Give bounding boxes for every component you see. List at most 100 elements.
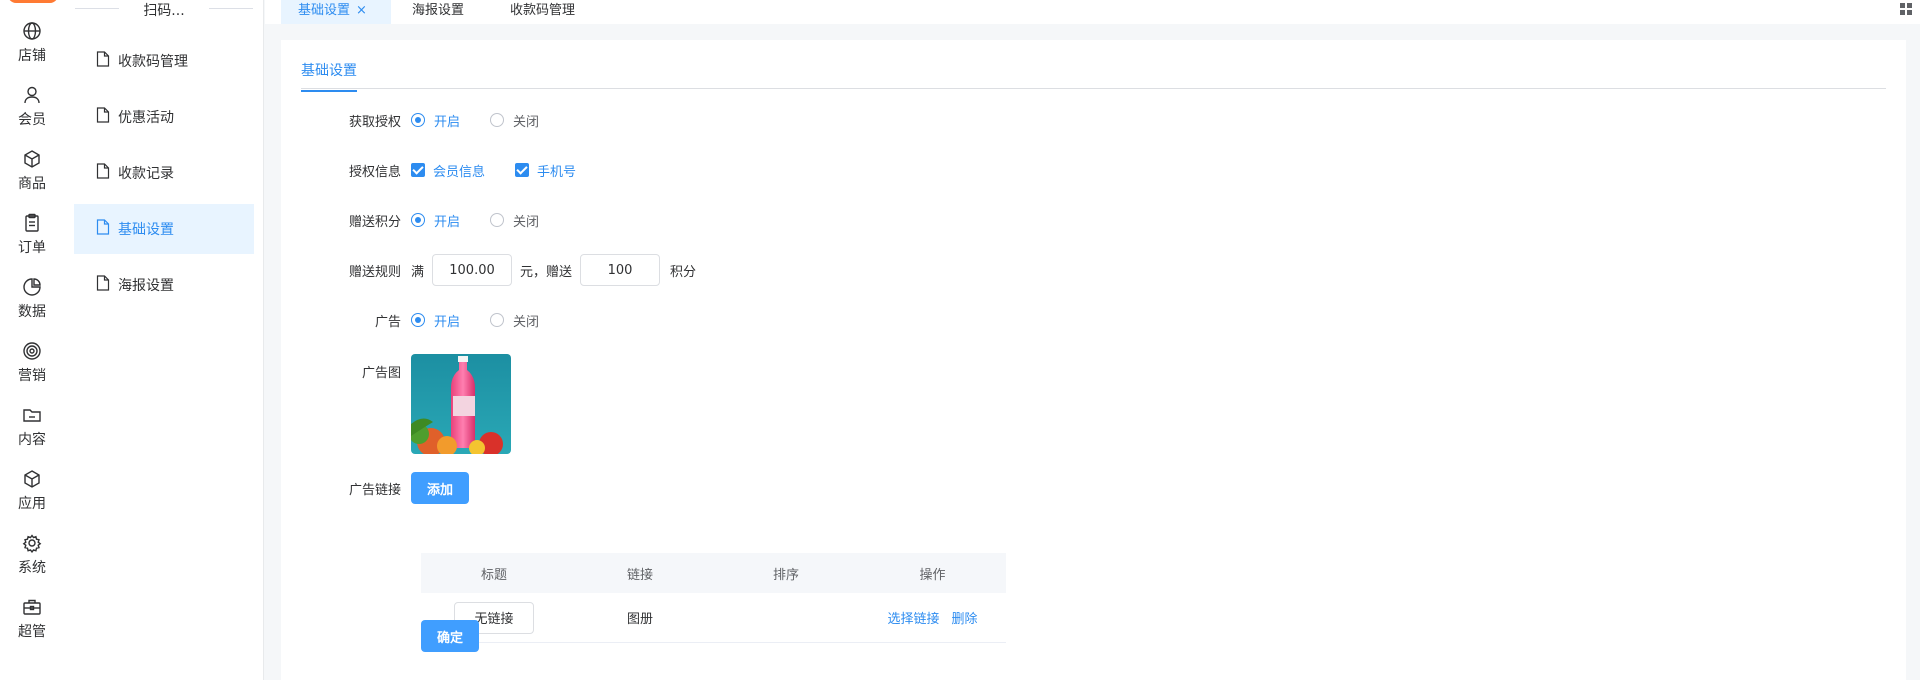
column-header-link: 链接 (626, 567, 653, 583)
auth-on-radio[interactable]: 开启 (411, 111, 460, 130)
phone-checkbox[interactable]: 手机号 (515, 161, 576, 180)
radio-label: 关闭 (513, 314, 540, 330)
sidebar-item-label: 会员 (18, 112, 46, 128)
rule-label: 赠送规则 (348, 264, 401, 280)
brand-logo (8, 0, 58, 3)
submenu-item-payment-code[interactable]: 收款码管理 (74, 36, 254, 86)
sidebar-item-system[interactable]: 系统 (0, 533, 64, 589)
rule-suffix: 积分 (670, 264, 697, 280)
tab-basic-settings[interactable]: 基础设置 × (281, 0, 391, 24)
document-icon (96, 275, 118, 295)
sidebar-item-goods[interactable]: 商品 (0, 149, 64, 205)
delete-button[interactable]: 删除 (952, 612, 978, 627)
pie-chart-icon (0, 277, 64, 297)
ad-on-radio[interactable]: 开启 (411, 311, 460, 330)
gear-icon (0, 533, 64, 553)
ad-image-label: 广告图 (361, 366, 401, 381)
document-icon (96, 107, 118, 127)
amount-input[interactable] (432, 254, 513, 286)
sidebar-item-order[interactable]: 订单 (0, 213, 64, 269)
ad-label: 广告 (374, 314, 401, 330)
document-icon (96, 51, 118, 71)
submenu-item-label: 基础设置 (118, 222, 174, 238)
submenu-item-label: 收款记录 (118, 166, 174, 182)
sidebar-item-label: 订单 (18, 240, 46, 256)
folder-icon (0, 405, 64, 425)
clipboard-icon (0, 213, 64, 233)
cube-icon (0, 469, 64, 489)
radio-label: 关闭 (513, 214, 540, 230)
auth-row: 获取授权 开启 关闭 (281, 104, 569, 136)
column-header-title: 标题 (480, 567, 507, 583)
tab-payment-code[interactable]: 收款码管理 (510, 0, 575, 24)
ad-link-label: 广告链接 (348, 482, 401, 498)
radio-label: 开启 (434, 314, 461, 330)
ad-off-radio[interactable]: 关闭 (490, 311, 539, 330)
sidebar-item-data[interactable]: 数据 (0, 277, 64, 333)
tab-label: 海报设置 (412, 3, 465, 18)
sidebar-item-content[interactable]: 内容 (0, 405, 64, 461)
ad-row: 广告 开启 关闭 (281, 304, 569, 336)
submenu-item-label: 海报设置 (118, 278, 174, 294)
table-row: 图册 选择链接删除 (421, 593, 1006, 643)
ad-link-row: 广告链接 添加 (281, 472, 470, 504)
document-icon (96, 163, 118, 183)
table-header: 标题 链接 排序 操作 (421, 553, 1006, 593)
submenu-item-promotions[interactable]: 优惠活动 (74, 92, 254, 142)
submenu-item-label: 优惠活动 (118, 110, 174, 126)
radio-dot (411, 313, 425, 327)
checkbox-box (411, 163, 425, 177)
points-input[interactable] (580, 254, 661, 286)
select-link-button[interactable]: 选择链接 (887, 612, 939, 627)
radio-label: 关闭 (513, 114, 540, 130)
globe-icon (0, 21, 64, 41)
tab-label: 基础设置 (298, 3, 351, 18)
tab-poster-settings[interactable]: 海报设置 (412, 0, 464, 24)
radio-dot (490, 113, 505, 127)
radio-dot (411, 113, 425, 127)
sidebar-item-label: 营销 (18, 368, 46, 384)
rule-prefix: 满 (411, 264, 425, 280)
member-info-checkbox[interactable]: 会员信息 (411, 161, 485, 180)
grid-menu-icon[interactable] (1900, 3, 1912, 15)
sidebar-item-label: 应用 (18, 496, 46, 512)
checkbox-label: 会员信息 (433, 164, 486, 180)
auth-off-radio[interactable]: 关闭 (490, 111, 539, 130)
ad-image-row: 广告图 (281, 354, 511, 454)
points-label: 赠送积分 (348, 214, 401, 230)
divider (301, 88, 1886, 89)
add-link-button[interactable]: 添加 (411, 472, 470, 504)
toolbox-icon (0, 597, 64, 617)
confirm-row: 确定 (421, 620, 480, 652)
confirm-button[interactable]: 确定 (421, 620, 480, 652)
column-header-sort: 排序 (772, 567, 799, 583)
sidebar-item-label: 超管 (18, 624, 46, 640)
target-icon (0, 341, 64, 361)
submenu-item-basic-settings[interactable]: 基础设置 (74, 204, 254, 254)
sidebar-item-store[interactable]: 店铺 (0, 21, 64, 77)
link-cell: 图册 (626, 612, 653, 627)
submenu-item-label: 收款码管理 (118, 54, 188, 70)
submenu-item-payment-records[interactable]: 收款记录 (74, 148, 254, 198)
points-off-radio[interactable]: 关闭 (490, 211, 539, 230)
radio-dot (490, 313, 505, 327)
document-icon (96, 219, 118, 239)
checkbox-label: 手机号 (537, 164, 577, 180)
radio-label: 开启 (434, 214, 461, 230)
user-icon (0, 85, 64, 105)
ad-image[interactable] (411, 354, 511, 454)
sidebar-item-label: 商品 (18, 176, 46, 192)
main-sidebar: 店铺 会员 商品 订单 数据 营销 内容 应用 系统 超管 (0, 0, 64, 680)
auth-label: 获取授权 (348, 114, 401, 130)
points-on-radio[interactable]: 开启 (411, 211, 460, 230)
sidebar-item-apps[interactable]: 应用 (0, 469, 64, 525)
sidebar-item-super-admin[interactable]: 超管 (0, 597, 64, 653)
sub-sidebar: 扫码... 收款码管理 优惠活动 收款记录 基础设置 海报设置 (64, 0, 264, 680)
rule-mid-text: 元，赠送 (520, 264, 573, 280)
submenu-item-poster-settings[interactable]: 海报设置 (74, 260, 254, 310)
sidebar-item-member[interactable]: 会员 (0, 85, 64, 141)
rule-row: 赠送规则 满 元，赠送 积分 (281, 254, 704, 286)
close-icon[interactable]: × (356, 3, 367, 18)
sidebar-item-marketing[interactable]: 营销 (0, 341, 64, 397)
tab-bar: 基础设置 × 海报设置 收款码管理 (265, 0, 1920, 24)
